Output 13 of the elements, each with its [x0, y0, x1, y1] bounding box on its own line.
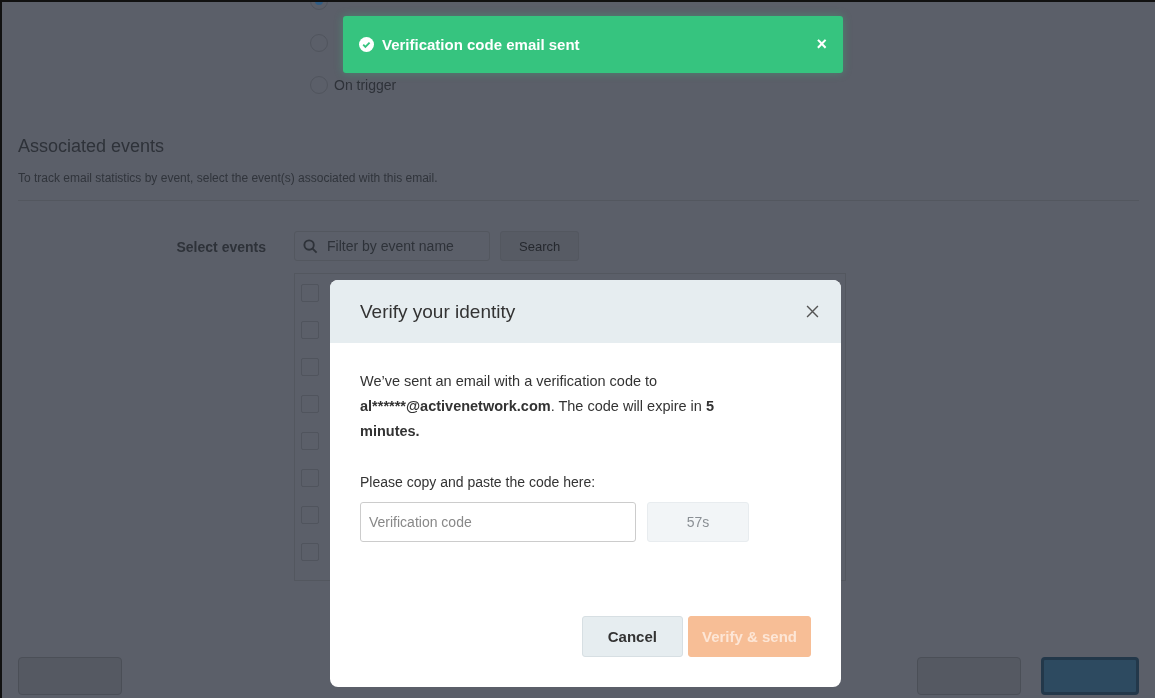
code-prompt: Please copy and paste the code here:	[360, 474, 597, 490]
close-button[interactable]	[806, 305, 819, 318]
search-icon	[303, 239, 318, 254]
check-circle-icon	[359, 37, 374, 52]
close-button[interactable]: ×	[816, 34, 827, 55]
dialog-title: Verify your identity	[360, 300, 516, 323]
cancel-button[interactable]: Cancel	[581, 616, 683, 657]
code-input-field[interactable]: Verification code	[360, 502, 636, 542]
toast-message: Verification code email sent	[382, 36, 581, 53]
dialog-message: We’ve sent an email with a verification code to al******@activenetwork.com. The code will expire in 5 minutes.	[360, 372, 715, 441]
primary-button[interactable]	[1041, 657, 1139, 695]
close-icon	[806, 305, 819, 318]
verify-send-button[interactable]: Verify & send	[687, 616, 811, 657]
